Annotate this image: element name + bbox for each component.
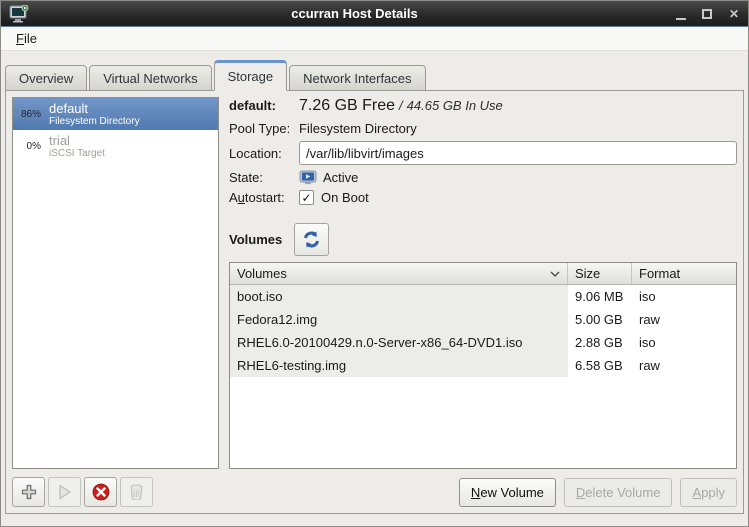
storage-page: 86% default Filesystem Directory 0% tria… [5, 90, 744, 514]
menubar: File [1, 27, 748, 51]
volumes-title: Volumes [229, 232, 283, 247]
volumes-header: Volumes [229, 223, 737, 256]
pool-item-trial[interactable]: 0% trial iSCSI Target [13, 130, 218, 162]
pool-type-value: Filesystem Directory [299, 121, 417, 136]
location-input[interactable] [299, 141, 737, 165]
pool-details: default: 7.26 GB Free / 44.65 GB In Use … [229, 97, 737, 469]
host-details-window: ccurran Host Details ✕ File Overview Vir… [0, 0, 749, 527]
menu-file[interactable]: File [10, 29, 43, 48]
pool-in-use: 44.65 GB In Use [406, 98, 503, 113]
delete-pool-button[interactable] [120, 477, 153, 507]
refresh-volumes-button[interactable] [294, 223, 330, 256]
new-volume-button[interactable]: New Volume [458, 477, 556, 507]
tabstrip: Overview Virtual Networks Storage Networ… [1, 59, 748, 91]
column-header-volumes[interactable]: Volumes [230, 263, 568, 284]
column-header-format[interactable]: Format [632, 263, 736, 284]
pool-name: default [49, 100, 89, 116]
stop-icon [92, 483, 109, 501]
play-icon [58, 484, 71, 500]
virt-manager-icon [9, 4, 29, 22]
location-row: Location: [229, 141, 737, 165]
autostart-checkbox[interactable]: ✓ [299, 190, 314, 205]
pool-summary: default: 7.26 GB Free / 44.65 GB In Use [229, 97, 503, 114]
pool-name: trial [49, 132, 70, 148]
volume-row[interactable]: RHEL6-testing.img 6.58 GB raw [230, 354, 736, 377]
column-header-size[interactable]: Size [568, 263, 632, 284]
volumes-table: Volumes Size Format boot.iso 9.06 MB iso… [229, 262, 737, 469]
pool-type-label: Pool Type: [229, 121, 291, 136]
pool-type: iSCSI Target [49, 147, 105, 159]
pool-type: Filesystem Directory [49, 115, 140, 127]
refresh-icon [304, 231, 320, 248]
pool-summary-name: default: [229, 98, 276, 113]
minimize-icon[interactable] [676, 8, 686, 20]
pool-free-space: 7.26 GB Free [299, 97, 396, 114]
pool-item-default[interactable]: 86% default Filesystem Directory [13, 98, 218, 130]
state-row: State: Active [229, 170, 737, 185]
state-value: Active [323, 170, 359, 185]
apply-button[interactable]: Apply [680, 477, 737, 507]
titlebar: ccurran Host Details ✕ [1, 1, 748, 27]
tab-overview[interactable]: Overview [5, 65, 88, 91]
state-label: State: [229, 170, 263, 185]
stop-pool-button[interactable] [84, 477, 117, 507]
tab-virtual-networks[interactable]: Virtual Networks [89, 65, 212, 91]
autostart-value: On Boot [321, 190, 369, 205]
state-active-icon [299, 170, 317, 185]
volumes-table-header: Volumes Size Format [230, 263, 736, 285]
volume-row[interactable]: RHEL6.0-20100429.n.0-Server-x86_64-DVD1.… [230, 331, 736, 354]
tab-storage[interactable]: Storage [213, 60, 288, 91]
pool-toolbar [12, 477, 219, 507]
pool-usage-percent: 0% [26, 140, 41, 152]
plus-icon [21, 484, 36, 500]
storage-pool-list: 86% default Filesystem Directory 0% tria… [12, 97, 219, 469]
volume-row[interactable]: boot.iso 9.06 MB iso [230, 285, 736, 308]
volume-buttons: New Volume Delete Volume Apply [229, 477, 737, 507]
pool-type-row: Pool Type: Filesystem Directory [229, 121, 737, 136]
window-title: ccurran Host Details [291, 6, 418, 21]
trash-icon [130, 484, 143, 500]
location-label: Location: [229, 145, 282, 161]
close-icon[interactable]: ✕ [728, 8, 740, 20]
sort-descending-icon [550, 271, 560, 277]
delete-volume-button[interactable]: Delete Volume [563, 477, 673, 507]
maximize-icon[interactable] [702, 8, 712, 19]
autostart-label: Autostart: [229, 190, 285, 205]
add-pool-button[interactable] [12, 477, 45, 507]
autostart-row: Autostart: ✓ On Boot [229, 190, 737, 205]
tab-network-interfaces[interactable]: Network Interfaces [289, 65, 426, 91]
volume-row[interactable]: Fedora12.img 5.00 GB raw [230, 308, 736, 331]
start-pool-button[interactable] [48, 477, 81, 507]
pool-usage-percent: 86% [20, 108, 41, 120]
